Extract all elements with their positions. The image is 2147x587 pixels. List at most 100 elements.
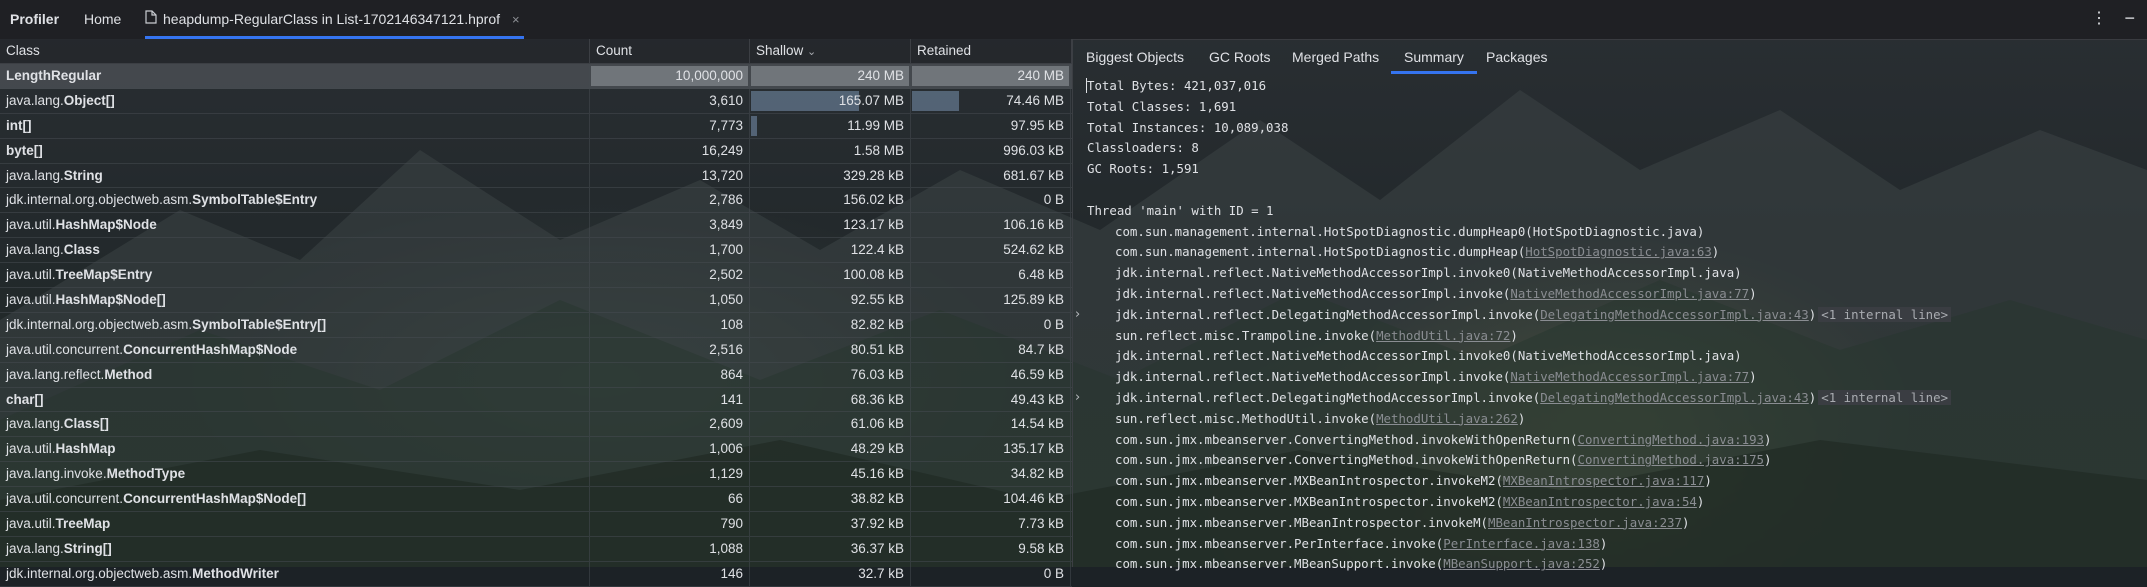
class-simple-name: SymbolTable$Entry	[192, 192, 318, 208]
tab-summary[interactable]: Summary	[1391, 39, 1477, 74]
table-row[interactable]: java.util.concurrent.ConcurrentHashMap$N…	[0, 337, 1072, 363]
table-row[interactable]: java.lang.reflect.Method 864 76.03 kB 46.59…	[0, 362, 1072, 388]
stack-frame-method: jdk.internal.reflect.DelegatingMethodAcc…	[1115, 306, 1541, 322]
class-package: java.lang.	[6, 540, 64, 556]
class-name-cell: java.util.concurrent.ConcurrentHashMap$N…	[0, 487, 590, 512]
count-value: 1,700	[709, 242, 743, 258]
count-cell: 1,700	[590, 238, 750, 263]
table-row[interactable]: int[] 7,773 11.99 MB 97.95 kB	[0, 113, 1072, 139]
class-simple-name: SymbolTable$Entry[]	[192, 316, 327, 332]
count-value: 1,088	[709, 540, 743, 556]
shallow-cell: 123.17 kB	[750, 213, 911, 238]
stack-frame: jdk.internal.reflect.NativeMethodAccesso…	[1115, 348, 1742, 363]
source-link[interactable]: MBeanSupport.java:252	[1443, 556, 1600, 571]
shallow-cell: 11.99 MB	[750, 113, 911, 138]
stack-frame: com.sun.jmx.mbeanserver.MBeanSupport.inv…	[1115, 556, 1607, 571]
tab-merged-paths[interactable]: Merged Paths	[1292, 39, 1379, 74]
table-row[interactable]: java.lang.Class[] 2,609 61.06 kB 14.54 kB	[0, 412, 1072, 438]
column-header-shallow[interactable]: Shallow ⌄	[750, 39, 911, 63]
class-package: java.util.concurrent.	[6, 491, 124, 507]
table-row[interactable]: java.util.HashMap$Node[] 1,050 92.55 kB 125…	[0, 288, 1072, 313]
column-header-count[interactable]: Count	[590, 39, 750, 63]
table-row[interactable]: byte[] 16,249 1.58 MB 996.03 kB	[0, 138, 1072, 164]
chevron-right-icon[interactable]: ›	[1075, 390, 1080, 405]
table-row[interactable]: java.util.concurrent.ConcurrentHashMap$N…	[0, 487, 1072, 513]
shallow-cell: 165.07 MB	[750, 88, 911, 113]
table-row[interactable]: jdk.internal.org.objectweb.asm.SymbolTab…	[0, 188, 1072, 214]
class-name-cell: int[]	[0, 113, 590, 138]
table-row[interactable]: jdk.internal.org.objectweb.asm.MethodWri…	[0, 561, 1072, 587]
source-link[interactable]: ConvertingMethod.java:175	[1578, 452, 1765, 467]
source-link[interactable]: MethodUtil.java:72	[1376, 328, 1510, 343]
table-row[interactable]: java.lang.invoke.MethodType 1,129 45.16 kB…	[0, 462, 1072, 488]
table-row[interactable]: java.util.HashMap 1,006 48.29 kB 135.17 kB	[0, 437, 1072, 463]
count-cell: 3,610	[590, 88, 750, 113]
table-row[interactable]: java.lang.String[] 1,088 36.37 kB 9.58 kB	[0, 536, 1072, 562]
shallow-cell: 48.29 kB	[750, 437, 911, 462]
table-row[interactable]: java.lang.Class 1,700 122.4 kB 524.62 kB	[0, 238, 1072, 264]
tab-home[interactable]: Home	[84, 0, 121, 38]
file-icon	[145, 0, 157, 38]
count-value: 1,129	[709, 466, 743, 482]
tab-packages[interactable]: Packages	[1486, 39, 1547, 74]
close-icon[interactable]: ×	[512, 12, 520, 27]
class-simple-name: byte[]	[6, 142, 43, 158]
shallow-value: 156.02 kB	[843, 192, 904, 208]
stack-frame: jdk.internal.reflect.NativeMethodAccesso…	[1115, 286, 1757, 301]
class-package: jdk.internal.org.objectweb.asm.	[6, 316, 193, 332]
source-link[interactable]: HotSpotDiagnostic.java:63	[1525, 244, 1712, 259]
count-value: 7,773	[709, 117, 743, 133]
source-link[interactable]: PerInterface.java:138	[1443, 536, 1600, 551]
table-row[interactable]: java.util.TreeMap$Entry 2,502 100.08 kB 6.4…	[0, 263, 1072, 289]
tab-gc-roots[interactable]: GC Roots	[1209, 39, 1270, 74]
more-actions-icon[interactable]: ⋮	[2091, 9, 2107, 29]
class-name-cell: java.util.HashMap$Node	[0, 213, 590, 238]
table-row[interactable]: char[] 141 68.36 kB 49.43 kB	[0, 387, 1072, 413]
source-link[interactable]: MBeanIntrospector.java:237	[1488, 515, 1682, 530]
table-row[interactable]: java.util.HashMap$Node 3,849 123.17 kB 106.…	[0, 213, 1072, 239]
class-simple-name: String	[63, 167, 103, 183]
source-link[interactable]: MethodUtil.java:262	[1376, 411, 1518, 426]
internal-lines-hint[interactable]: <1 internal line>	[1818, 390, 1952, 405]
count-value: 2,786	[709, 192, 743, 208]
shallow-value: 100.08 kB	[843, 267, 904, 283]
table-row[interactable]: jdk.internal.org.objectweb.asm.SymbolTab…	[0, 312, 1072, 338]
stack-frame: com.sun.management.internal.HotSpotDiagn…	[1115, 244, 1719, 259]
stack-frame: sun.reflect.misc.MethodUtil.invoke(Metho…	[1115, 411, 1525, 426]
source-link[interactable]: MXBeanIntrospector.java:117	[1503, 473, 1704, 488]
stack-frame: jdk.internal.reflect.DelegatingMethodAcc…	[1115, 306, 1952, 322]
source-link[interactable]: NativeMethodAccessorImpl.java:77	[1510, 286, 1749, 301]
table-row[interactable]: java.lang.Object[] 3,610 165.07 MB 74.46 MB	[0, 88, 1072, 114]
sort-desc-icon: ⌄	[807, 46, 817, 58]
tab-profiler[interactable]: Profiler	[10, 0, 59, 38]
retained-cell: 14.54 kB	[911, 412, 1071, 437]
retained-cell: 0 B	[911, 561, 1071, 586]
column-header-retained[interactable]: Retained	[911, 39, 1072, 63]
retained-value: 14.54 kB	[1010, 416, 1064, 432]
retained-value: 49.43 kB	[1010, 391, 1064, 407]
table-row[interactable]: java.lang.String 13,720 329.28 kB 681.67 kB	[0, 163, 1072, 189]
table-row[interactable]: java.util.TreeMap 790 37.92 kB 7.73 kB	[0, 512, 1072, 537]
internal-lines-hint[interactable]: <1 internal line>	[1818, 306, 1952, 322]
shallow-cell: 37.92 kB	[750, 512, 911, 536]
summary-stat: Total Classes: 1,691	[1087, 98, 1237, 114]
tab-heapdump-file[interactable]: heapdump-RegularClass in List-1702146347…	[145, 0, 524, 39]
source-link[interactable]: ConvertingMethod.java:193	[1578, 432, 1765, 447]
source-link[interactable]: MXBeanIntrospector.java:54	[1503, 494, 1697, 509]
column-header-class[interactable]: Class	[0, 39, 590, 63]
tab-biggest-objects[interactable]: Biggest Objects	[1086, 39, 1184, 74]
class-table: Class Count Shallow ⌄ Retained LengthReg…	[0, 39, 1072, 587]
source-link[interactable]: DelegatingMethodAccessorImpl.java:43	[1540, 390, 1809, 405]
chevron-right-icon[interactable]: ›	[1075, 307, 1080, 322]
class-name-cell: char[]	[0, 387, 590, 412]
shallow-cell: 32.7 kB	[750, 561, 911, 586]
source-link[interactable]: DelegatingMethodAccessorImpl.java:43	[1540, 307, 1809, 322]
stack-frame-method: com.sun.jmx.mbeanserver.MBeanSupport.inv…	[1115, 556, 1444, 572]
source-link[interactable]: NativeMethodAccessorImpl.java:77	[1510, 369, 1749, 384]
minimize-icon[interactable]: −	[2124, 8, 2135, 28]
count-value: 10,000,000	[675, 68, 743, 83]
count-cell: 141	[590, 387, 750, 412]
table-row[interactable]: LengthRegular 10,000,000 240 MB 240 MB	[0, 64, 1072, 89]
class-simple-name: String[]	[63, 540, 112, 556]
retained-cell: 106.16 kB	[911, 213, 1071, 238]
